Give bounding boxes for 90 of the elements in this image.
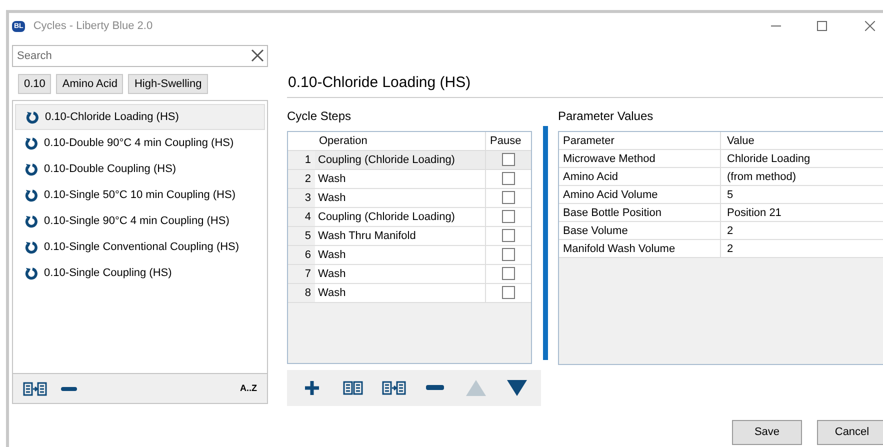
cycle-name: 0.10-Chloride Loading (HS) (45, 110, 179, 125)
operation-cell-text: Coupling (Chloride Loading) (317, 210, 456, 224)
search-field[interactable]: Search (12, 45, 268, 67)
parameter-cell: Microwave Method (559, 150, 721, 166)
row-number: 5 (288, 226, 315, 244)
operation-cell-text: Coupling (Chloride Loading) (317, 152, 456, 168)
value-cell-text: 5 (726, 188, 734, 202)
maximize-icon[interactable] (817, 21, 827, 31)
copy-icon[interactable] (342, 380, 362, 396)
cycle-icon (25, 188, 38, 202)
pause-checkbox[interactable] (502, 172, 515, 185)
cycle-item[interactable]: 0.10-Single 90°C 4 min Coupling (HS) (15, 208, 265, 234)
row-number: 4 (288, 208, 315, 226)
column-header: Value (726, 134, 756, 148)
section-title: Cycle Steps (287, 108, 352, 124)
pause-checkbox[interactable] (502, 153, 515, 166)
dialog-button[interactable]: Save (732, 420, 802, 444)
operation-cell-text: Wash (317, 172, 347, 186)
row-number: 2 (288, 170, 315, 188)
cycle-icon (26, 110, 39, 124)
parameter-cell: Base Volume (559, 222, 721, 238)
operation-cell-text: Wash (317, 266, 347, 282)
cycle-icon (25, 136, 38, 150)
operation-cell-text: Wash (317, 190, 347, 206)
value-cell-text: Chloride Loading (726, 152, 812, 166)
parameter-cell: Amino Acid (559, 168, 721, 184)
parameter-cell: Base Bottle Position (559, 204, 721, 220)
cycle-name: 0.10-Double 90°C 4 min Coupling (HS) (44, 136, 234, 151)
add-icon[interactable] (302, 378, 320, 396)
cycle-item[interactable]: 0.10-Single 50°C 10 min Coupling (HS) (15, 182, 265, 208)
value-cell-text: 2 (726, 224, 734, 238)
cycle-item[interactable]: 0.10-Double Coupling (HS) (15, 156, 265, 182)
parameter-cell: Manifold Wash Volume (559, 240, 721, 256)
filter-tag[interactable]: Amino Acid (56, 74, 124, 94)
row-number: 3 (288, 188, 315, 206)
cycle-item[interactable]: 0.10-Chloride Loading (HS) (15, 104, 265, 130)
pause-checkbox[interactable] (502, 191, 515, 204)
window-title: Cycles - Liberty Blue 2.0 (33, 18, 153, 34)
filter-tag[interactable]: High-Swelling (128, 74, 208, 94)
pause-checkbox[interactable] (502, 286, 515, 299)
cycle-item[interactable]: 0.10-Single Coupling (HS) (15, 260, 265, 286)
clear-icon[interactable] (251, 49, 264, 62)
step-row[interactable]: 6 Wash (288, 246, 531, 264)
row-number: 6 (288, 246, 315, 264)
value-cell-text: (from method) (726, 170, 798, 184)
step-row[interactable]: 1 Coupling (Chloride Loading) (288, 150, 531, 170)
remove-icon[interactable] (61, 386, 77, 390)
pause-checkbox[interactable] (502, 210, 515, 223)
remove-icon[interactable] (426, 385, 444, 390)
cycle-item[interactable]: 0.10-Double 90°C 4 min Coupling (HS) (15, 130, 265, 156)
pause-checkbox[interactable] (502, 229, 515, 242)
row-number: 7 (288, 264, 315, 282)
duplicate-icon[interactable] (382, 380, 406, 396)
cycle-icon (25, 266, 38, 280)
column-header: Pause (485, 132, 531, 150)
operation-cell-text: Wash Thru Manifold (317, 228, 417, 244)
cycle-name: 0.10-Double Coupling (HS) (44, 162, 176, 177)
cycle-name: 0.10-Single Conventional Coupling (HS) (44, 240, 240, 255)
cycle-name: 0.10-Single Coupling (HS) (44, 266, 172, 281)
cycle-heading: 0.10-Chloride Loading (HS) (287, 74, 471, 91)
sort-button[interactable]: A..Z (240, 382, 257, 396)
row-number: 1 (288, 150, 315, 168)
row-number: 8 (288, 284, 315, 302)
filter-tag[interactable]: 0.10 (18, 74, 52, 94)
parameter-cell: Amino Acid Volume (559, 186, 721, 202)
cycle-icon (25, 214, 38, 228)
step-row[interactable]: 5 Wash Thru Manifold (288, 226, 531, 246)
pause-checkbox[interactable] (502, 267, 515, 280)
column-header: Parameter (559, 132, 721, 148)
cycle-icon (25, 162, 38, 176)
move-down-icon[interactable] (506, 380, 526, 396)
step-row[interactable]: 8 Wash (288, 284, 531, 302)
pause-checkbox[interactable] (502, 248, 515, 261)
step-row[interactable]: 7 Wash (288, 264, 531, 284)
cycle-name: 0.10-Single 50°C 10 min Coupling (HS) (44, 188, 236, 203)
cycle-name: 0.10-Single 90°C 4 min Coupling (HS) (44, 214, 230, 229)
dialog-button[interactable]: Cancel (817, 420, 883, 444)
copy-icon[interactable] (23, 380, 47, 396)
value-cell-text: Position 21 (726, 206, 782, 220)
step-row[interactable]: 4 Coupling (Chloride Loading) (288, 208, 531, 226)
close-icon[interactable] (865, 21, 875, 31)
value-cell-text: 2 (726, 242, 734, 256)
cycle-item[interactable]: 0.10-Single Conventional Coupling (HS) (15, 234, 265, 260)
operation-cell-text: Wash (317, 248, 347, 262)
step-row[interactable]: 2 Wash (288, 170, 531, 188)
section-title: Parameter Values (558, 108, 654, 124)
operation-cell-text: Wash (317, 286, 347, 300)
column-header: Operation (318, 134, 368, 148)
cycle-icon (25, 240, 38, 254)
step-row[interactable]: 3 Wash (288, 188, 531, 208)
